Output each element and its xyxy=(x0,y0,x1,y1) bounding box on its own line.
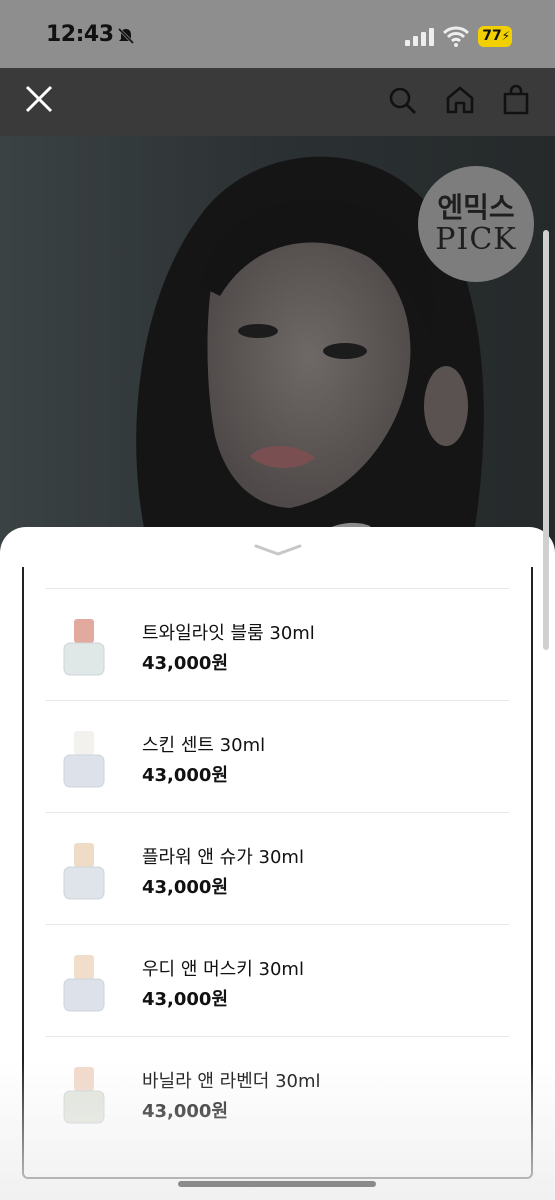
close-icon[interactable] xyxy=(22,82,56,116)
product-bottom-sheet[interactable]: 트와일라잇 블룸 30ml 43,000원 스킨 센트 30ml 43,000원… xyxy=(0,527,555,1200)
perfume-bottle-thumbnail xyxy=(63,955,105,1012)
bottle-body xyxy=(63,754,105,788)
product-price: 43,000원 xyxy=(142,765,229,786)
product-price: 43,000원 xyxy=(142,877,229,898)
home-icon[interactable] xyxy=(444,84,476,116)
bottle-body xyxy=(63,1090,105,1124)
product-item[interactable]: 스킨 센트 30ml 43,000원 xyxy=(46,701,509,813)
product-name[interactable]: 스킨 센트 30ml xyxy=(142,731,265,757)
bottle-body xyxy=(63,642,105,676)
scrollbar[interactable] xyxy=(543,230,549,650)
product-name[interactable]: 트와일라잇 블룸 30ml xyxy=(142,619,315,645)
product-item[interactable]: 플라워 앤 슈가 30ml 43,000원 xyxy=(46,813,509,925)
hero-banner: 엔믹스 PICK xyxy=(0,136,555,556)
bottle-cap xyxy=(74,619,94,643)
product-price: 43,000원 xyxy=(142,1101,229,1122)
product-item[interactable]: 우디 앤 머스키 30ml 43,000원 xyxy=(46,925,509,1037)
product-item[interactable]: 트와일라잇 블룸 30ml 43,000원 xyxy=(46,589,509,701)
nav-bar xyxy=(0,68,555,136)
bottle-body xyxy=(63,978,105,1012)
bottle-body xyxy=(63,866,105,900)
shopping-bag-icon[interactable] xyxy=(500,84,532,116)
perfume-bottle-thumbnail xyxy=(63,1067,105,1124)
pick-badge-subtitle: PICK xyxy=(435,222,517,257)
pick-badge-title: 엔믹스 xyxy=(437,191,515,224)
status-bar: 12:43 77 ⚡ xyxy=(0,0,555,68)
search-icon[interactable] xyxy=(388,86,418,116)
wifi-icon xyxy=(443,26,469,47)
product-name[interactable]: 바닐라 앤 라벤더 30ml xyxy=(142,1067,321,1093)
bottle-cap xyxy=(74,731,94,755)
perfume-bottle-thumbnail xyxy=(63,731,105,788)
status-time: 12:43 xyxy=(46,22,114,47)
battery-level: 77 xyxy=(482,28,502,44)
product-item[interactable]: 바닐라 앤 라벤더 30ml 43,000원 xyxy=(46,1037,509,1149)
pick-badge: 엔믹스 PICK xyxy=(418,166,534,282)
perfume-bottle-thumbnail xyxy=(63,619,105,676)
charging-bolt-icon: ⚡ xyxy=(501,29,510,43)
product-price: 43,000원 xyxy=(142,989,229,1010)
product-price: 43,000원 xyxy=(142,653,229,674)
perfume-bottle-thumbnail xyxy=(63,843,105,900)
product-name[interactable]: 플라워 앤 슈가 30ml xyxy=(142,843,304,869)
home-indicator[interactable] xyxy=(178,1181,376,1187)
battery-icon: 77 ⚡ xyxy=(478,26,512,47)
bottle-cap xyxy=(74,843,94,867)
product-name[interactable]: 우디 앤 머스키 30ml xyxy=(142,955,304,981)
chevron-down-icon[interactable] xyxy=(254,543,302,557)
bell-muted-icon xyxy=(117,27,135,45)
bottle-cap xyxy=(74,955,94,979)
cellular-signal-icon xyxy=(405,28,434,46)
bottle-cap xyxy=(74,1067,94,1091)
